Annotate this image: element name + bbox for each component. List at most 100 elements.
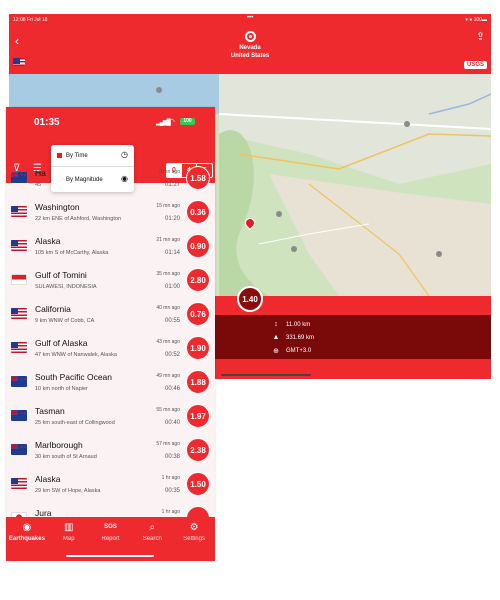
quake-subtitle: 45 (35, 182, 42, 188)
quake-ago: 21 mn ago (156, 237, 180, 243)
quake-ago: 35 mn ago (156, 271, 180, 277)
quake-title: Gulf of Alaska (35, 338, 88, 348)
gear-icon: ⚙ (189, 522, 199, 533)
quake-title: South Pacific Ocean (35, 372, 113, 382)
quake-time: 00:38 (164, 454, 180, 460)
quake-title: Marlborough (35, 440, 83, 450)
tab-label: Report (101, 536, 120, 542)
tab-label: Search (142, 536, 162, 542)
list-item[interactable]: Gulf of Tomini SULAWESI, INDONESIA 35 mn… (6, 263, 215, 297)
nz-flag-icon (11, 410, 27, 421)
quake-title: Alaska (35, 236, 61, 246)
quake-ago: 57 mn ago (156, 441, 180, 447)
tab-earthquakes[interactable]: ◉ Earthquakes (6, 517, 48, 561)
magnitude-badge: 0.90 (186, 234, 210, 258)
list-item[interactable]: Alaska 29 km SW of Hope, Alaska 1 hr ago… (6, 467, 215, 501)
distance-value: 331.69 km (286, 334, 315, 341)
us-flag-icon (11, 308, 27, 319)
quake-title: Washington (35, 202, 80, 212)
target-icon: ◉ (121, 174, 128, 183)
target-icon (245, 31, 256, 42)
quake-subtitle: 9 km WNW of Cobb, CA (35, 318, 95, 324)
nz-flag-icon (11, 444, 27, 455)
distance-row: ▲ 331.69 km (272, 333, 315, 342)
quake-time: 00:35 (164, 488, 180, 494)
list-item[interactable]: Alaska 105 km S of McCarthy, Alaska 21 m… (6, 229, 215, 263)
map-icon: ▥ (63, 522, 74, 533)
us-flag-icon (11, 342, 27, 353)
quake-time: 00:52 (164, 352, 180, 358)
quake-ago: 49 mn ago (156, 373, 180, 379)
quake-time: 01:27 (164, 182, 180, 188)
list-item[interactable]: South Pacific Ocean 10 km north of Napie… (6, 365, 215, 399)
timezone-row: ⊕ GMT+3.0 (272, 346, 311, 355)
wifi-icon: ◠ (168, 117, 175, 126)
ipad-nav-bar: ‹ Nevada United States ⇪ USGS (9, 26, 491, 74)
depth-value: 11.00 km (286, 321, 311, 328)
us-flag-icon (13, 58, 25, 66)
tab-label: Map (62, 536, 75, 542)
magnitude-badge: 1.88 (186, 370, 210, 394)
sort-by-time-label: By Time (66, 153, 88, 159)
magnitude-badge: 0.76 (186, 302, 210, 326)
details-card: ↕ 11.00 km ▲ 331.69 km ⊕ GMT+3.0 (214, 315, 491, 359)
quake-subtitle: 105 km S of McCarthy, Alaska (35, 250, 109, 256)
ipad-status-battery: ▾ ● 100▬ (465, 17, 487, 23)
quake-subtitle: 47 km WNW of Nanwalek, Alaska (35, 352, 117, 358)
indonesia-flag-icon (11, 274, 27, 285)
magnitude-badge: 1.50 (186, 472, 210, 496)
list-item[interactable]: Gulf of Alaska 47 km WNW of Nanwalek, Al… (6, 331, 215, 365)
sort-by-magnitude-option[interactable]: By Magnitude ◉ (51, 169, 134, 191)
ipad-status-bar: 12:08 Fri Jul 18 ••• ▾ ● 100▬ (9, 14, 491, 26)
magnitude-badge: 2.80 (186, 268, 210, 292)
quake-time: 01:20 (164, 216, 180, 222)
quake-title: California (35, 304, 71, 314)
magnitude-badge: 1.58 (186, 166, 210, 190)
ipad-status-time: 12:08 Fri Jul 18 (13, 17, 48, 23)
quake-title: Tasman (35, 406, 65, 416)
tab-settings[interactable]: ⚙ Settings (173, 517, 215, 561)
quake-ago: 1 hr ago (161, 509, 180, 515)
target-icon: ◉ (22, 522, 32, 533)
magnitude-badge: 1.90 (186, 336, 210, 360)
quake-time: 00:46 (164, 386, 180, 392)
sort-by-magnitude-label: By Magnitude (66, 177, 103, 183)
depth-arrow-icon: ↕ (274, 321, 278, 328)
quake-subtitle: 25 km south-east of Collingwood (35, 420, 115, 426)
depth-row: ↕ 11.00 km (272, 320, 310, 329)
phone-home-indicator (66, 555, 154, 557)
sort-by-time-option[interactable]: By Time ◷ (51, 145, 134, 167)
sort-menu: By Time ◷ By Magnitude ◉ (51, 145, 134, 192)
tab-label: Settings (183, 536, 205, 542)
magnitude-badge: 0.36 (186, 200, 210, 224)
quake-ago: 8 mn ago (159, 169, 180, 175)
quake-subtitle: SULAWESI, INDONESIA (35, 284, 97, 290)
globe-icon: ⊕ (273, 347, 279, 355)
timezone-value: GMT+3.0 (286, 347, 312, 354)
quake-time: 00:55 (164, 318, 180, 324)
location-subtitle: United States (230, 53, 270, 59)
list-item[interactable]: Marlborough 30 km south of St Arnaud 57 … (6, 433, 215, 467)
list-item[interactable]: Tasman 25 km south-east of Collingwood 5… (6, 399, 215, 433)
quake-time: 01:00 (164, 284, 180, 290)
battery-icon: 100 (180, 118, 195, 125)
quake-time: 00:40 (164, 420, 180, 426)
magnitude-badge-large: 1.40 (237, 286, 263, 312)
location-title: Nevada (239, 45, 261, 51)
list-item[interactable]: California 9 km WNW of Cobb, CA 40 mn ag… (6, 297, 215, 331)
list-item[interactable]: Washington 22 km ENE of Ashford, Washing… (6, 195, 215, 229)
sos-icon: SOS (104, 524, 117, 530)
share-icon[interactable]: ⇪ (476, 30, 485, 43)
source-badge[interactable]: USGS (463, 61, 487, 69)
quake-ago: 43 mn ago (156, 339, 180, 345)
search-icon: ⌕ (149, 522, 156, 533)
phone-status-time: 01:35 (34, 117, 60, 128)
quake-subtitle: 30 km south of St Arnaud (35, 454, 97, 460)
us-flag-icon (11, 206, 27, 217)
quake-ago: 55 mn ago (156, 407, 180, 413)
magnitude-badge: 1.97 (186, 404, 210, 428)
us-flag-icon (11, 240, 27, 251)
quake-subtitle: 22 km ENE of Ashford, Washington (35, 216, 122, 222)
quake-subtitle: 29 km SW of Hope, Alaska (35, 488, 101, 494)
clock-icon: ◷ (121, 150, 128, 159)
